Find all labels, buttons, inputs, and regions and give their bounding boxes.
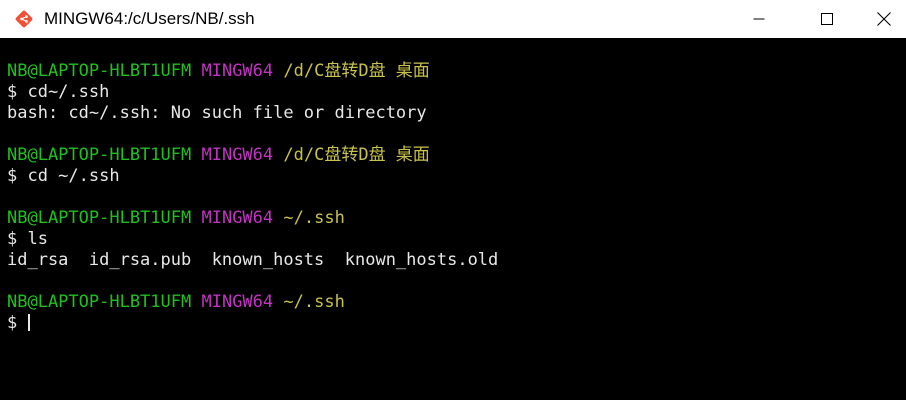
command-line: $ cd ~/.ssh <box>7 166 120 186</box>
git-bash-icon <box>13 8 35 30</box>
prompt-user-host: NB@LAPTOP-HLBT1UFM <box>7 208 192 228</box>
prompt-line: NB@LAPTOP-HLBT1UFM MINGW64 /d/C盘转D盘 桌面 <box>0 145 906 166</box>
prompt-user-host: NB@LAPTOP-HLBT1UFM <box>7 292 192 312</box>
command-line: $ ls <box>7 229 48 249</box>
close-button[interactable] <box>861 0 906 38</box>
window-controls <box>725 0 906 38</box>
maximize-button[interactable] <box>793 0 861 38</box>
prompt-path: /d/C盘转D盘 桌面 <box>283 61 430 81</box>
prompt-path: /d/C盘转D盘 桌面 <box>283 145 430 165</box>
prompt-line: NB@LAPTOP-HLBT1UFM MINGW64 ~/.ssh <box>0 292 906 313</box>
prompt-path: ~/.ssh <box>283 292 345 312</box>
command-input-line[interactable]: $ <box>0 313 906 334</box>
close-icon <box>876 12 891 26</box>
text-cursor <box>28 314 31 331</box>
prompt-user-host: NB@LAPTOP-HLBT1UFM <box>7 145 192 165</box>
output-line: id_rsa id_rsa.pub known_hosts known_host… <box>7 250 499 270</box>
prompt-shell: MINGW64 <box>201 292 274 312</box>
maximize-icon <box>821 13 833 25</box>
minimize-icon <box>753 18 765 20</box>
output-line: bash: cd~/.ssh: No such file or director… <box>7 103 427 123</box>
prompt-path: ~/.ssh <box>283 208 345 228</box>
prompt-shell: MINGW64 <box>201 208 274 228</box>
prompt-shell: MINGW64 <box>201 61 274 81</box>
prompt-line: NB@LAPTOP-HLBT1UFM MINGW64 ~/.ssh <box>0 208 906 229</box>
command-line: $ cd~/.ssh <box>7 82 110 102</box>
title-bar[interactable]: MINGW64:/c/Users/NB/.ssh <box>0 0 906 38</box>
window-title: MINGW64:/c/Users/NB/.ssh <box>44 9 255 28</box>
prompt-line: NB@LAPTOP-HLBT1UFM MINGW64 /d/C盘转D盘 桌面 <box>0 61 906 82</box>
command-prompt: $ <box>7 313 28 333</box>
prompt-shell: MINGW64 <box>201 145 274 165</box>
prompt-user-host: NB@LAPTOP-HLBT1UFM <box>7 61 192 81</box>
terminal-output[interactable]: NB@LAPTOP-HLBT1UFM MINGW64 /d/C盘转D盘 桌面 $… <box>0 38 906 400</box>
minimize-button[interactable] <box>725 0 793 38</box>
terminal-window: MINGW64:/c/Users/NB/.ssh NB@LAPTOP-HLBT1… <box>0 0 906 400</box>
